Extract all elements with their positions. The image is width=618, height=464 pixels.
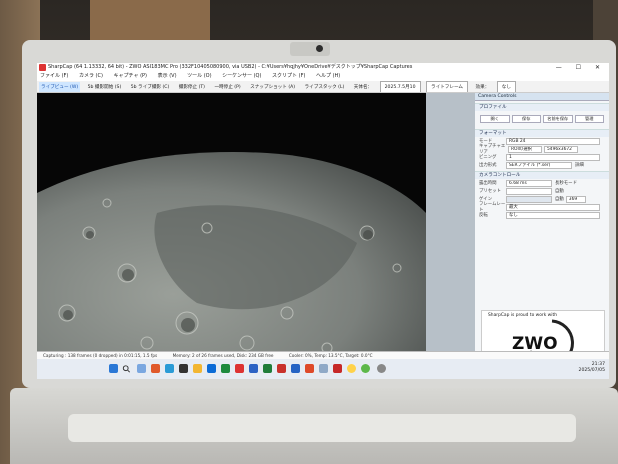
snapshot-button[interactable]: スナップショット (A) (248, 82, 297, 92)
framerate-select[interactable]: 最大 (506, 203, 600, 211)
preset-label: プリセット (479, 189, 501, 194)
menu-tools[interactable]: ツール (O) (187, 73, 211, 79)
app-icon-7[interactable] (277, 364, 286, 373)
sharpcap-taskbar-icon[interactable] (377, 364, 386, 373)
format-row-output: 出力形式 SERファイル (*.ser) 詳細 (475, 161, 609, 169)
window-controls[interactable]: — ☐ ✕ (556, 63, 606, 72)
app-icon-4[interactable] (221, 364, 230, 373)
app-icon-10[interactable] (347, 364, 356, 373)
target-date-select[interactable]: 2025.7.5月10 (379, 81, 421, 92)
reverse-row: 反転 なし (475, 211, 609, 219)
excel-icon[interactable] (263, 364, 272, 373)
output-options-button[interactable]: 詳細 (575, 162, 584, 168)
live-view-button[interactable]: ライブビュー (W) (39, 82, 81, 92)
menu-sequencer[interactable]: シーケンサー (Q) (222, 73, 261, 79)
exposure-row: 露出時間 6.68 ms 長秒モード (475, 179, 609, 187)
clock-date: 2025/07/05 (578, 368, 605, 373)
format-section-header[interactable]: フォーマット (475, 129, 609, 137)
task-view-icon[interactable] (137, 364, 146, 373)
menu-file[interactable]: ファイル (F) (40, 73, 68, 79)
preset-auto-checkbox[interactable]: 自動 (555, 188, 564, 194)
menu-camera[interactable]: カメラ (C) (79, 73, 103, 79)
output-format-select[interactable]: SERファイル (*.ser) (506, 161, 572, 169)
window-titlebar: SharpCap (64 1.13332, 64 bit) - ZWO ASI1… (37, 63, 609, 72)
menu-bar: ファイル (F) カメラ (C) キャプチャ (P) 表示 (V) ツール (O… (37, 72, 609, 81)
menu-help[interactable]: ヘルプ (H) (316, 73, 340, 79)
reverse-select[interactable]: なし (506, 211, 600, 219)
frame-type-select[interactable]: ライトフレーム (426, 81, 469, 92)
exposure-label: 露出時間 (479, 181, 497, 186)
roi-button[interactable]: ROIの選択 (508, 145, 542, 153)
window-title: SharpCap (64 1.13332, 64 bit) - ZWO ASI1… (48, 64, 413, 70)
exposure-input[interactable]: 6.68 ms (506, 179, 552, 187)
memory-status: Memory: 2 of 26 frames used, Disk: 234 G… (172, 353, 274, 358)
menu-view[interactable]: 表示 (V) (158, 73, 177, 79)
menu-capture[interactable]: キャプチャ (P) (114, 73, 147, 79)
webcam-housing (290, 42, 330, 56)
target-name-label: 天体名： (353, 85, 373, 90)
app-icon-9[interactable] (333, 364, 342, 373)
camera-controls-panel: Camera Controls プロファイル 開く 保存 名前を保存 管理 フォ… (475, 93, 609, 371)
app-icon-6[interactable] (249, 364, 258, 373)
stop-capture-button[interactable]: 撮影停止 (T) (177, 82, 207, 92)
capture-view[interactable] (37, 93, 475, 371)
screen: SharpCap (64 1.13332, 64 bit) - ZWO ASI1… (37, 63, 609, 379)
app-icon-3[interactable] (179, 364, 188, 373)
app-icon-11[interactable] (361, 364, 370, 373)
moon-image (37, 93, 426, 371)
cooler-status: Cooler: 0%, Temp: 13.5°C, Target: 0.0°C (288, 353, 373, 358)
profile-save-button[interactable]: 保存 (511, 115, 541, 123)
format-row-capture-area: キャプチャエリア ROIの選択 5496x3672 (475, 144, 609, 155)
edge-icon[interactable] (207, 364, 216, 373)
start-icon[interactable] (109, 364, 118, 373)
capture-area-select[interactable]: 5496x3672 (544, 145, 578, 153)
format-row-binning: ビニング 1 (475, 153, 609, 161)
profile-save-as-button[interactable]: 名前を保存 (543, 115, 573, 123)
menu-scripting[interactable]: スクリプト (F) (272, 73, 305, 79)
app-icon-1[interactable] (151, 364, 160, 373)
effect-select[interactable]: なし (496, 81, 516, 92)
live-capture-button[interactable]: 5b ライブ撮影 (C) (129, 82, 172, 92)
windows-taskbar: 21:37 2025/07/05 (37, 359, 609, 379)
app-icon-8[interactable] (319, 364, 328, 373)
binning-label: ビニング (479, 155, 497, 160)
reverse-label: 反転 (479, 213, 488, 218)
start-capture-button[interactable]: 5b 撮影開始 (S) (86, 82, 124, 92)
webcam-icon (316, 45, 323, 52)
laptop-hinge (68, 414, 576, 442)
profile-open-button[interactable]: 開く (480, 115, 510, 123)
gain-slider[interactable] (506, 195, 552, 203)
long-exposure-checkbox[interactable]: 長秒モード (555, 180, 577, 186)
search-icon[interactable] (122, 365, 131, 373)
gain-value-input[interactable]: 369 (565, 195, 586, 203)
preset-row: プリセット 自動 (475, 187, 609, 195)
sharpcap-app-icon (39, 64, 46, 71)
profile-buttons: 開く 保存 名前を保存 管理 (475, 111, 609, 127)
gain-auto-checkbox[interactable]: 自動 (555, 196, 564, 202)
profile-section-header[interactable]: プロファイル (475, 103, 609, 111)
powerpoint-icon[interactable] (305, 364, 314, 373)
panel-header: Camera Controls (475, 93, 609, 101)
shelf (90, 0, 210, 40)
app-icon-5[interactable] (235, 364, 244, 373)
mode-select[interactable]: RGB 24 (506, 137, 600, 145)
toolbar: ライブビュー (W) 5b 撮影開始 (S) 5b ライブ撮影 (C) 撮影停止… (37, 81, 609, 93)
preset-select[interactable] (506, 187, 552, 195)
profile-manage-button[interactable]: 管理 (574, 115, 604, 123)
word-icon[interactable] (291, 364, 300, 373)
framerate-row: フレームレート 最大 (475, 202, 609, 213)
effect-label: 効果： (475, 85, 490, 90)
app-icon-2[interactable] (165, 364, 174, 373)
capture-status: Capturing : 138 frames (0 dropped) in 0:… (43, 353, 158, 358)
taskbar-clock[interactable]: 21:37 2025/07/05 (579, 362, 605, 374)
view-gutter (426, 93, 475, 371)
binning-select[interactable]: 1 (506, 153, 600, 161)
output-format-label: 出力形式 (479, 163, 497, 168)
live-stack-button[interactable]: ライブスタック (L) (303, 82, 347, 92)
pause-button[interactable]: 一時停止 (P) (212, 82, 242, 92)
camera-control-section-header[interactable]: カメラコントロール (475, 171, 609, 179)
file-explorer-icon[interactable] (193, 364, 202, 373)
